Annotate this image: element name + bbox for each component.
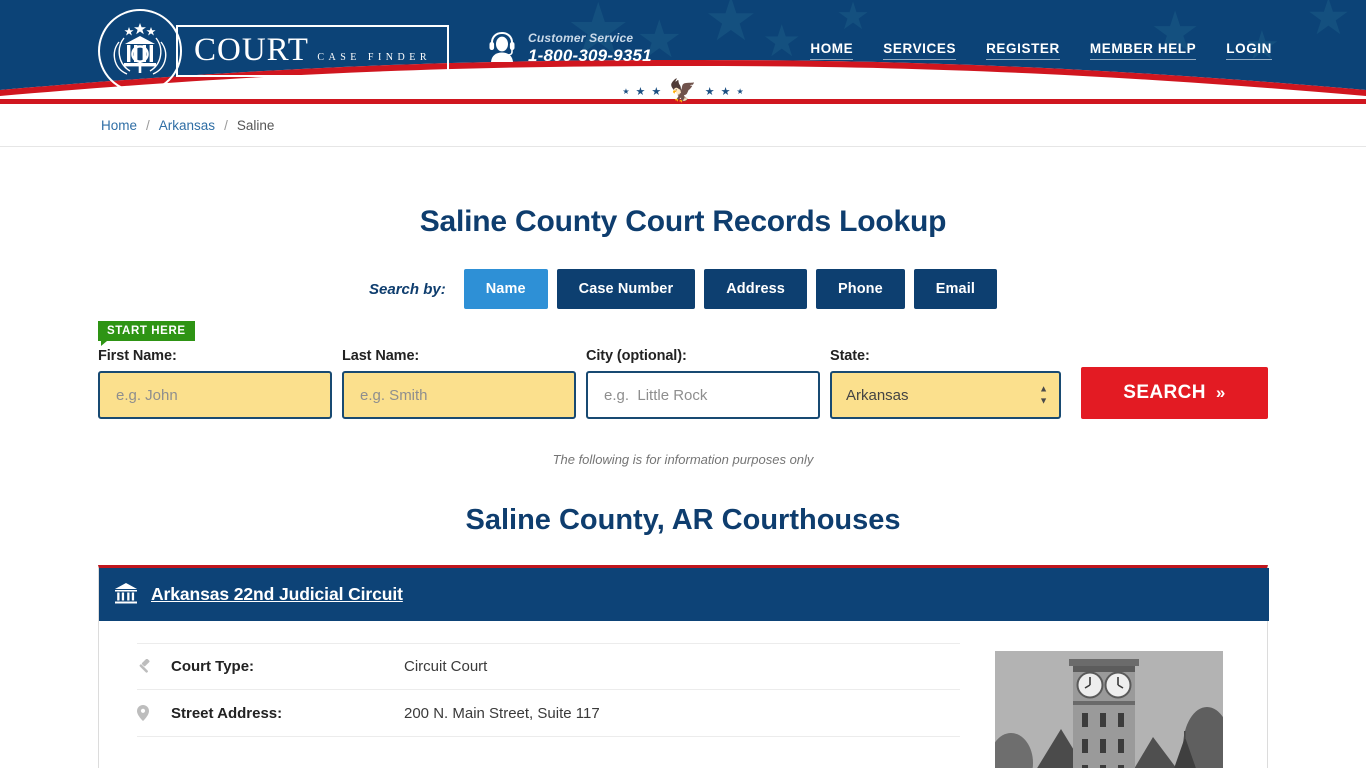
courthouses-section-title: Saline County, AR Courthouses (465, 504, 901, 536)
bank-courthouse-icon (114, 582, 138, 608)
breadcrumb-item-saline: Saline (236, 117, 275, 133)
table-row: Court Type: Circuit Court (137, 643, 960, 690)
courthouse-card-header: Arkansas 22nd Judicial Circuit (99, 568, 1269, 621)
tab-phone[interactable]: Phone (815, 269, 905, 309)
first-name-field-group: First Name: (98, 348, 332, 419)
search-button[interactable]: SEARCH » (1081, 367, 1268, 419)
nav-login[interactable]: LOGIN (1226, 41, 1272, 60)
first-name-label: First Name: (98, 348, 177, 364)
state-label: State: (830, 348, 870, 364)
detail-label: Court Type: (171, 658, 255, 675)
breadcrumb-item-home[interactable]: Home (101, 118, 137, 133)
city-label: City (optional): (586, 348, 687, 364)
nav-home[interactable]: HOME (810, 41, 854, 60)
table-row (137, 737, 960, 768)
gavel-icon (137, 658, 171, 675)
search-button-label: SEARCH (1123, 382, 1206, 403)
city-input[interactable] (586, 371, 820, 419)
headset-agent-icon (487, 30, 517, 67)
courthouse-card: Arkansas 22nd Judicial Circuit Court Typ… (98, 565, 1269, 768)
breadcrumb-separator: / (224, 117, 228, 133)
first-name-input[interactable] (98, 371, 332, 419)
logo-subtitle: CASE FINDER (317, 52, 432, 63)
tab-address[interactable]: Address (704, 269, 807, 309)
nav-register[interactable]: REGISTER (986, 41, 1060, 60)
courthouse-photo (995, 651, 1223, 768)
tab-email[interactable]: Email (913, 269, 997, 309)
breadcrumb-item-arkansas[interactable]: Arkansas (159, 118, 215, 133)
table-row: Street Address: 200 N. Main Street, Suit… (137, 690, 960, 737)
nav-services[interactable]: SERVICES (883, 41, 957, 60)
tab-name[interactable]: Name (463, 269, 548, 309)
detail-label: Street Address: (171, 704, 283, 722)
breadcrumb-separator: / (146, 117, 150, 133)
detail-value: 200 N. Main Street, Suite 117 (404, 704, 600, 722)
map-pin-icon (137, 705, 171, 721)
breadcrumb: Home / Arkansas / Saline (0, 104, 1366, 147)
start-here-badge-wrap: START HERE (98, 321, 1366, 346)
customer-service-block: Customer Service 1-800-309-9351 (487, 30, 652, 67)
customer-service-label: Customer Service (528, 30, 634, 45)
search-by-label: Search by: (369, 280, 446, 298)
site-header: ★ ★ ★ ★ ★ ★ ★ ★ ★ ★ ★ 🦅 ★ ★ ★ COURT CASE… (0, 0, 1366, 104)
tab-case-number[interactable]: Case Number (556, 269, 696, 309)
nav-member-help[interactable]: MEMBER HELP (1089, 41, 1197, 60)
court-seal-icon (98, 9, 182, 93)
header-red-bar (0, 99, 1366, 104)
court-search-form: First Name: Last Name: City (optional): … (0, 348, 1366, 419)
last-name-label: Last Name: (342, 348, 420, 364)
logo-title: COURT (194, 32, 309, 68)
state-field-group: State: Arkansas ▲ ▼ (830, 348, 1061, 419)
page-title: Saline County Court Records Lookup (419, 205, 947, 238)
city-field-group: City (optional): (586, 348, 820, 419)
courthouse-details: Court Type: Circuit Court Street Address… (137, 643, 960, 768)
customer-service-phone[interactable]: 1-800-309-9351 (528, 46, 652, 66)
detail-value: Circuit Court (404, 658, 488, 675)
search-by-tabs: Search by: Name Case Number Address Phon… (0, 269, 1366, 309)
last-name-field-group: Last Name: (342, 348, 576, 419)
double-chevron-right-icon: » (1215, 383, 1226, 402)
courthouse-card-body: Court Type: Circuit Court Street Address… (99, 621, 1267, 768)
last-name-input[interactable] (342, 371, 576, 419)
disclaimer-text: The following is for information purpose… (552, 452, 814, 467)
start-here-badge: START HERE (98, 321, 195, 346)
main-navigation: HOME SERVICES REGISTER MEMBER HELP LOGIN (810, 41, 1272, 60)
courthouse-title-link[interactable]: Arkansas 22nd Judicial Circuit (151, 584, 403, 605)
state-select[interactable]: Arkansas (830, 371, 1061, 419)
site-logo[interactable]: COURT CASE FINDER (98, 9, 450, 93)
